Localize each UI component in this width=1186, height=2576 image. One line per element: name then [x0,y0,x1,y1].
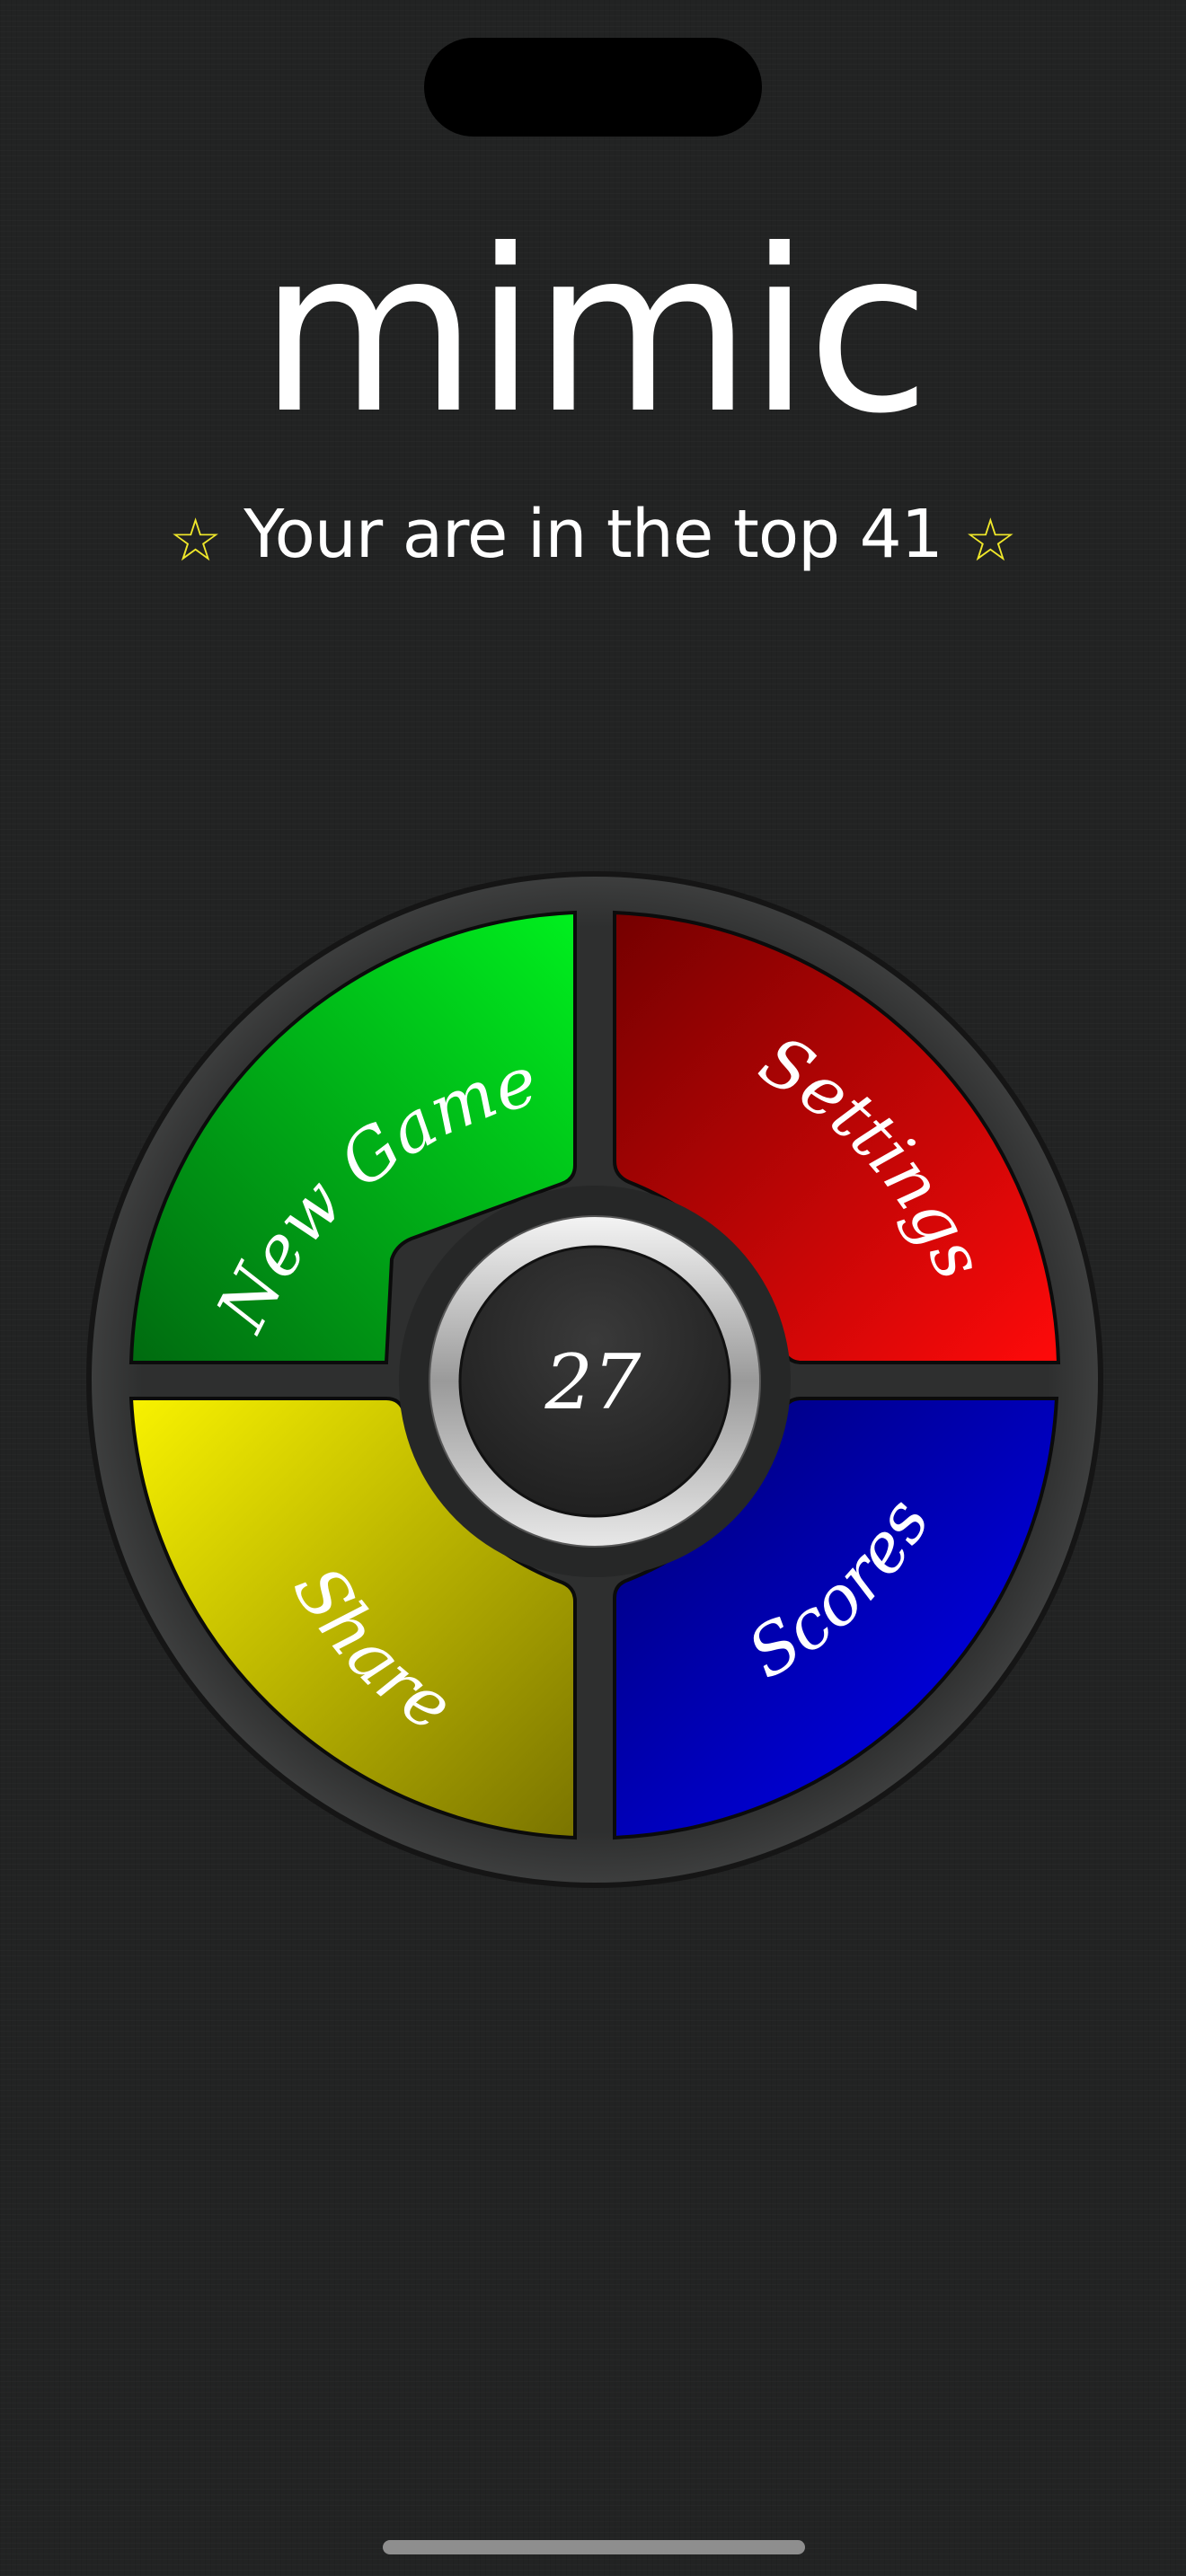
center-number: 27 [544,1338,642,1426]
home-indicator[interactable] [383,2540,805,2554]
menu-wheel: New Game Settings Share Scores 27 [86,871,1103,1888]
